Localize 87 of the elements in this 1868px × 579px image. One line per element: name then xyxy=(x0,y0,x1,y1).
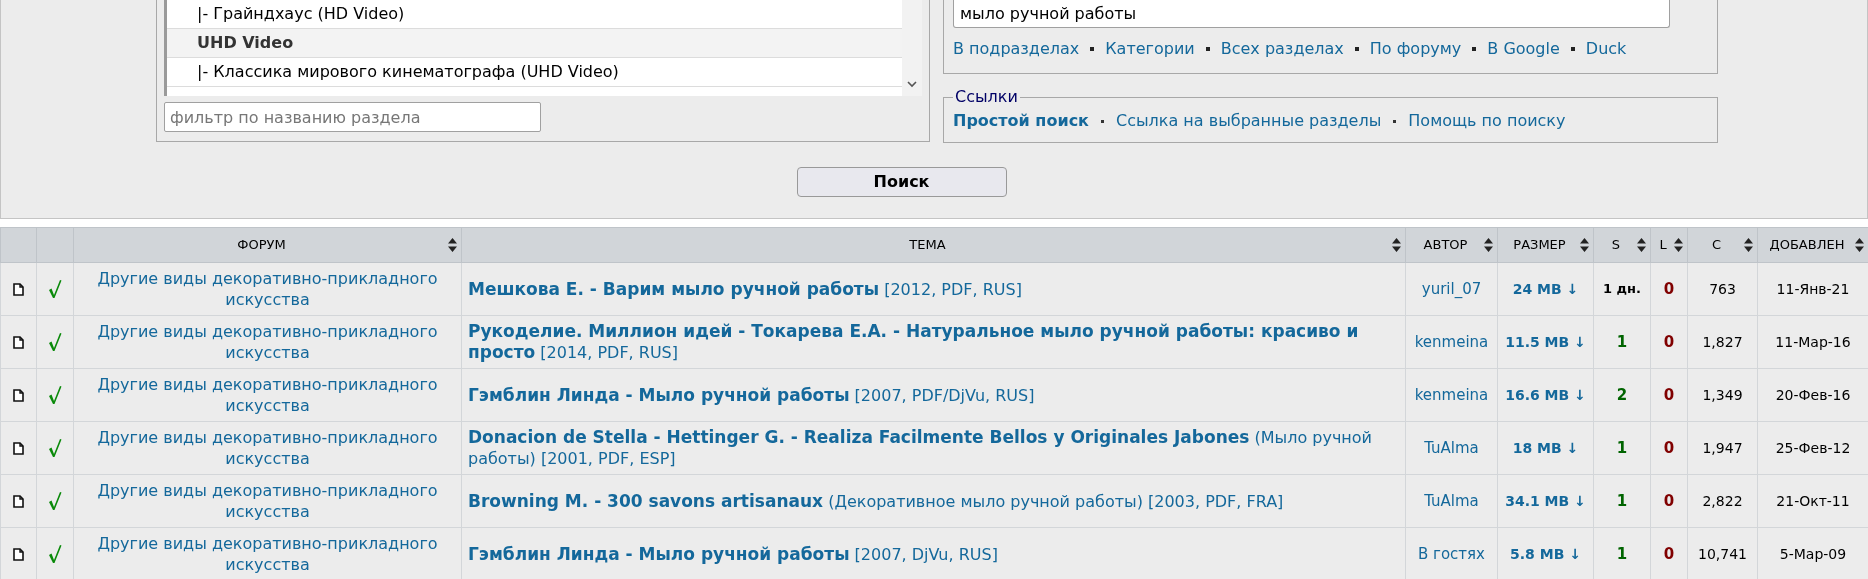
sort-icon xyxy=(1637,238,1646,252)
file-icon xyxy=(13,494,24,508)
section-group-header[interactable]: UHD Video xyxy=(167,29,902,58)
completed-cell: 1,947 xyxy=(1687,421,1758,475)
sort-icon xyxy=(1674,238,1683,252)
column-header[interactable]: S xyxy=(1593,227,1651,263)
search-scope-link[interactable]: В Google xyxy=(1487,37,1560,61)
links-legend: Ссылки xyxy=(953,85,1020,109)
author-link[interactable]: TuAlma xyxy=(1405,421,1498,475)
forum-link[interactable]: Другие виды декоративно-прикладного искусства xyxy=(73,315,462,369)
author-link[interactable]: kenmeina xyxy=(1405,368,1498,422)
dot-separator xyxy=(1205,47,1210,51)
forum-link[interactable]: Другие виды декоративно-прикладного искусства xyxy=(73,421,462,475)
seeders-cell: 1 дн. xyxy=(1593,262,1651,316)
file-icon xyxy=(13,388,24,402)
size-link[interactable]: 24 MB ↓ xyxy=(1497,262,1594,316)
check-mark-icon xyxy=(48,279,62,299)
file-icon xyxy=(13,441,24,455)
column-header[interactable]: L xyxy=(1650,227,1688,263)
check-mark-icon xyxy=(48,544,62,564)
file-icon xyxy=(13,282,24,296)
header-cell xyxy=(36,227,74,263)
column-header[interactable]: ТЕМА xyxy=(461,227,1406,263)
filter-field[interactable]: фильтр по названию раздела xyxy=(164,102,541,132)
search-scope-link[interactable]: Категории xyxy=(1105,37,1195,61)
search-scope-link[interactable]: Duck xyxy=(1585,37,1627,61)
search-field[interactable]: мыло ручной работы xyxy=(953,0,1670,28)
completed-cell: 1,349 xyxy=(1687,368,1758,422)
sort-icon xyxy=(1744,238,1753,252)
search-scope-link[interactable]: В подразделах xyxy=(953,37,1080,61)
seeders-cell: 1 xyxy=(1593,474,1651,528)
seeders-cell: 1 xyxy=(1593,315,1651,369)
check-mark-icon xyxy=(48,438,62,458)
sort-icon xyxy=(1392,238,1401,252)
column-header[interactable]: ДОБАВЛЕН xyxy=(1757,227,1868,263)
column-header[interactable]: РАЗМЕР xyxy=(1497,227,1594,263)
file-icon xyxy=(13,547,24,561)
completed-cell: 2,822 xyxy=(1687,474,1758,528)
leechers-cell: 0 xyxy=(1650,262,1688,316)
size-link[interactable]: 16.6 MB ↓ xyxy=(1497,368,1594,422)
forum-link[interactable]: Другие виды декоративно-прикладного искусства xyxy=(73,368,462,422)
search-scope-link[interactable]: По форуму xyxy=(1369,37,1462,61)
size-link[interactable]: 11.5 MB ↓ xyxy=(1497,315,1594,369)
topic-link[interactable]: Рукоделие. Миллион идей - Токарева Е.А. - Натуральное мыло ручной работы: красиво и просто [2014, PDF, RUS] xyxy=(461,315,1406,369)
topic-link[interactable]: Donacion de Stella - Hettinger G. - Realiza Facilmente Bellos y Originales Jabones (Мыло ручной работы) [2001, PDF, ESP] xyxy=(461,421,1406,475)
check-mark-icon xyxy=(48,332,62,352)
leechers-cell: 0 xyxy=(1650,368,1688,422)
nav-link[interactable]: Ссылка на выбранные разделы xyxy=(1115,109,1382,133)
size-link[interactable]: 34.1 MB ↓ xyxy=(1497,474,1594,528)
search-scope-link[interactable]: Всех разделах xyxy=(1220,37,1344,61)
dot-separator xyxy=(1393,119,1397,123)
column-header[interactable]: АВТОР xyxy=(1405,227,1498,263)
topic-link[interactable]: Browning M. - 300 savons artisanaux (Декоративное мыло ручной работы) [2003, PDF, FRA] xyxy=(461,474,1406,528)
sort-icon xyxy=(1484,238,1493,252)
dot-separator xyxy=(1100,119,1104,123)
leechers-cell: 0 xyxy=(1650,421,1688,475)
dot-separator xyxy=(1090,47,1095,51)
search-button[interactable]: Поиск xyxy=(796,167,1007,197)
topic-link[interactable]: Мешкова Е. - Варим мыло ручной работы [2012, PDF, RUS] xyxy=(461,262,1406,316)
chevron-down-icon[interactable] xyxy=(907,81,917,88)
nav-link[interactable]: Простой поиск xyxy=(953,109,1089,133)
forum-link[interactable]: Другие виды декоративно-прикладного искусства xyxy=(73,262,462,316)
leechers-cell: 0 xyxy=(1650,474,1688,528)
seeders-cell: 1 xyxy=(1593,421,1651,475)
nav-link[interactable]: Помощь по поиску xyxy=(1408,109,1566,133)
forum-link[interactable]: Другие виды декоративно-прикладного искусства xyxy=(73,474,462,528)
completed-cell: 1,827 xyxy=(1687,315,1758,369)
dot-separator xyxy=(1472,47,1477,51)
sort-icon xyxy=(1580,238,1589,252)
check-mark-icon xyxy=(48,385,62,405)
sort-icon xyxy=(1855,238,1864,252)
author-link[interactable]: yuril_07 xyxy=(1405,262,1498,316)
size-link[interactable]: 18 MB ↓ xyxy=(1497,421,1594,475)
topic-link[interactable]: Гэмблин Линда - Мыло ручной работы [2007, PDF/DjVu, RUS] xyxy=(461,368,1406,422)
dot-separator xyxy=(1354,47,1359,51)
header-cell xyxy=(0,227,37,263)
check-mark-icon xyxy=(48,491,62,511)
file-icon xyxy=(13,335,24,349)
completed-cell: 763 xyxy=(1687,262,1758,316)
column-header[interactable]: C xyxy=(1687,227,1758,263)
leechers-cell: 0 xyxy=(1650,315,1688,369)
author-link[interactable]: TuAlma xyxy=(1405,474,1498,528)
column-header[interactable]: ФОРУМ xyxy=(73,227,462,263)
author-link[interactable]: kenmeina xyxy=(1405,315,1498,369)
seeders-cell: 2 xyxy=(1593,368,1651,422)
dot-separator xyxy=(1570,47,1575,51)
sort-icon xyxy=(448,238,457,252)
